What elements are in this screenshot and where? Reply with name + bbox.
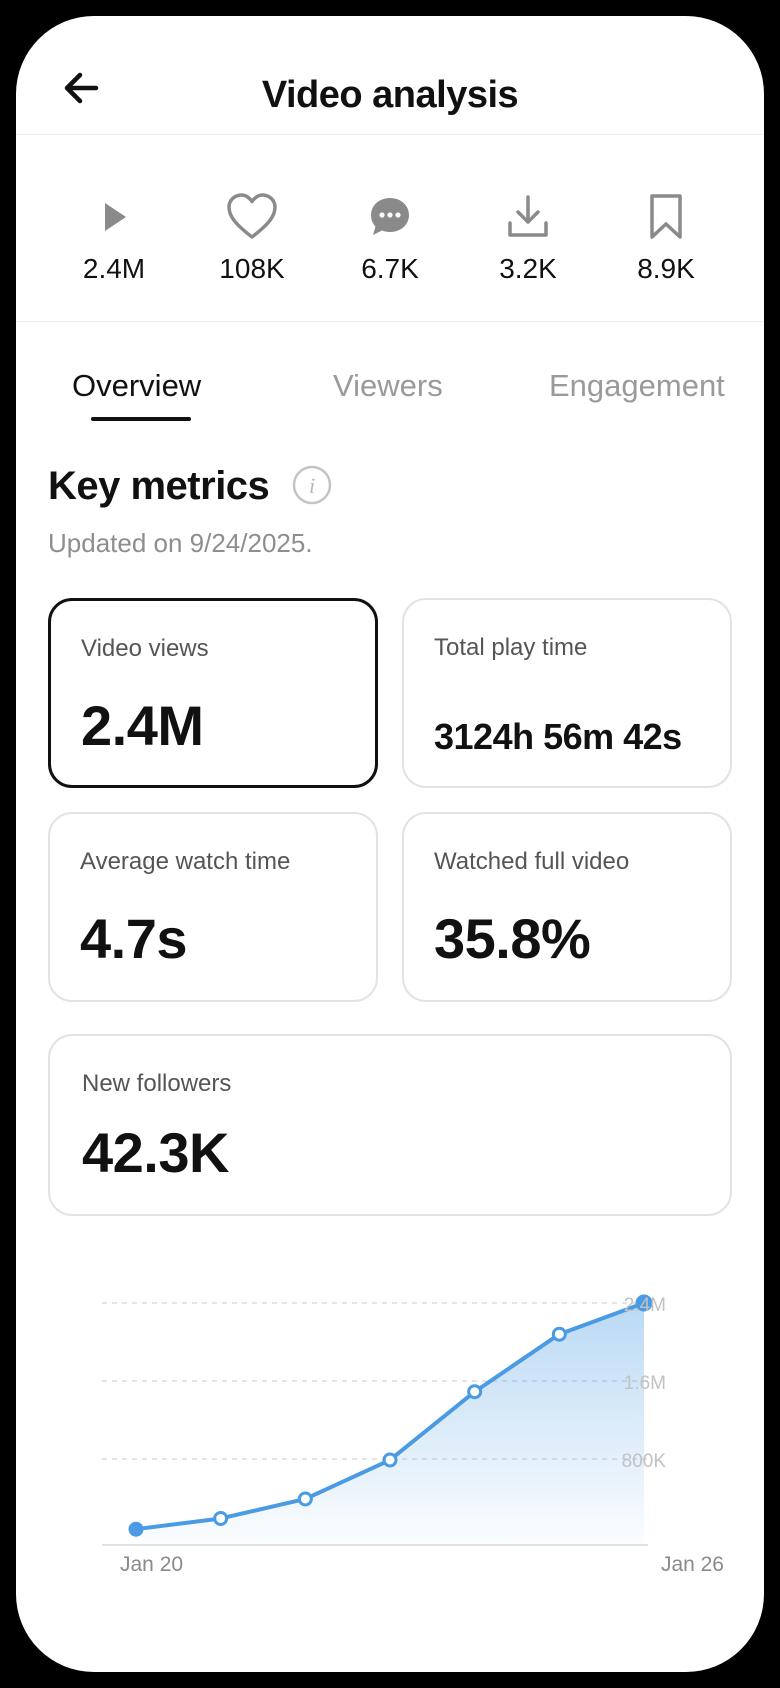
- chart-data-point[interactable]: [467, 1384, 483, 1400]
- play-icon: [105, 203, 126, 231]
- stat-views[interactable]: 2.4M: [54, 189, 174, 285]
- metric-label: New followers: [82, 1070, 232, 1097]
- stat-value: 2.4M: [82, 253, 146, 284]
- updated-text: Updated on 9/24/2025.: [48, 528, 313, 558]
- metric-label: Average watch time: [80, 848, 291, 875]
- chart-y-tick-label: 800K: [622, 1451, 667, 1472]
- section-title: Key metrics: [48, 464, 270, 508]
- phone-screen: Video analysis 2.4M 108K 6.7K 3.2K 8.9K …: [16, 16, 764, 1672]
- tab-overview[interactable]: Overview: [72, 368, 201, 404]
- stat-likes[interactable]: 108K: [192, 189, 312, 285]
- chart-area-fill: [136, 1303, 644, 1545]
- metric-value: 42.3K: [82, 1121, 229, 1184]
- stat-value: 8.9K: [637, 253, 695, 284]
- stats-bar: 2.4M 108K 6.7K 3.2K 8.9K: [16, 134, 764, 322]
- metric-label: Total play time: [434, 634, 588, 661]
- metric-card-new-followers[interactable]: New followers 42.3K: [48, 1034, 732, 1216]
- metric-card-video-views[interactable]: Video views 2.4M: [48, 598, 378, 788]
- metric-label: Video views: [81, 635, 209, 662]
- chart-data-point[interactable]: [213, 1510, 229, 1526]
- chart-x-tick-label: Jan 26: [661, 1553, 724, 1576]
- info-button[interactable]: i: [292, 465, 332, 505]
- chart-y-tick-label: 1.6M: [624, 1373, 666, 1394]
- stat-value: 6.7K: [361, 253, 419, 284]
- stat-comments[interactable]: 6.7K: [330, 189, 450, 285]
- active-tab-indicator: [91, 417, 191, 421]
- chart-data-point[interactable]: [382, 1452, 398, 1468]
- metric-card-average-watch-time[interactable]: Average watch time 4.7s: [48, 812, 378, 1002]
- tab-viewers[interactable]: Viewers: [333, 368, 443, 404]
- metric-value: 2.4M: [81, 694, 204, 757]
- heart-icon: [227, 193, 277, 239]
- comment-icon: [371, 198, 409, 235]
- info-icon: i: [292, 465, 332, 505]
- metric-card-watched-full-video[interactable]: Watched full video 35.8%: [402, 812, 732, 1002]
- metric-card-total-play-time[interactable]: Total play time 3124h 56m 42s: [402, 598, 732, 788]
- tab-bar: Overview Viewers Engagement: [16, 321, 764, 421]
- stat-value: 3.2K: [499, 253, 557, 284]
- chart-data-point[interactable]: [297, 1491, 313, 1507]
- metric-value: 4.7s: [80, 907, 188, 970]
- stat-value: 108K: [219, 253, 285, 284]
- chart-x-tick-label: Jan 20: [120, 1553, 183, 1576]
- bookmark-icon: [650, 194, 682, 239]
- metric-label: Watched full video: [434, 848, 630, 875]
- svg-text:i: i: [309, 473, 315, 498]
- metric-value: 35.8%: [434, 907, 591, 970]
- header: Video analysis: [16, 16, 764, 135]
- chart-data-point[interactable]: [128, 1521, 144, 1537]
- views-chart: 2.4M 1.6M 800K Jan 20 Jan 26: [102, 1294, 724, 1576]
- stat-downloads[interactable]: 3.2K: [468, 189, 588, 285]
- stat-saves[interactable]: 8.9K: [606, 189, 726, 285]
- chart-y-tick-label: 2.4M: [624, 1295, 666, 1316]
- page-title: Video analysis: [261, 74, 519, 116]
- download-icon: [508, 195, 548, 237]
- chart-data-point[interactable]: [551, 1326, 567, 1342]
- metric-value: 3124h 56m 42s: [434, 716, 682, 757]
- tab-engagement[interactable]: Engagement: [549, 368, 725, 404]
